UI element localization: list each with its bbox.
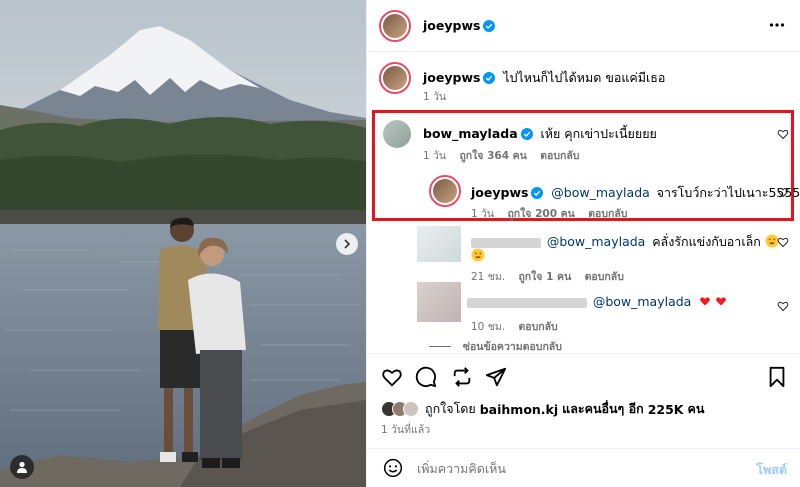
reply-time: 10 ชม. — [471, 321, 506, 333]
chevron-right-icon — [344, 239, 351, 249]
heart-outline-icon[interactable] — [777, 186, 789, 198]
reply-likes[interactable]: ถูกใจ 200 คน — [507, 208, 574, 220]
liker-avatars — [381, 401, 419, 417]
reply-username[interactable]: joeypws — [471, 185, 528, 200]
comment-time: 1 วัน — [423, 150, 447, 162]
post-comment-button[interactable]: โพสต์ — [756, 460, 787, 480]
likes-suffix: คน — [687, 401, 705, 416]
heart-outline-icon[interactable] — [777, 236, 789, 248]
caption-row: joeypws ไปไหนก็ไปได้หมด ขอแค่มีเธอ 1 วัน — [367, 58, 800, 106]
comment-text: เห้ย คุกเข่าปะเนี้ยยยย — [540, 126, 657, 141]
likes-others[interactable]: และคนอื่นๆ อีก — [562, 399, 644, 419]
hide-replies-line — [429, 346, 451, 347]
reply-button[interactable]: ตอบกลับ — [588, 208, 627, 220]
caption-text: ไปไหนก็ไปได้หมด ขอแค่มีเธอ — [503, 70, 666, 85]
reply-time: 1 วัน — [471, 208, 495, 220]
heart-eyes-emoji-line — [471, 248, 485, 265]
red-heart-emoji-icon — [716, 297, 726, 306]
reply-avatar[interactable] — [429, 175, 461, 207]
commenter-avatar[interactable] — [383, 120, 411, 148]
heart-outline-icon[interactable] — [777, 300, 789, 312]
reply-text-line: @bow_maylada คลั่งรักแข่งกับอาเล็ก — [471, 232, 779, 252]
comment-composer: โพสต์ — [367, 448, 800, 487]
reply-mention[interactable]: @bow_maylada — [547, 234, 646, 249]
author-username[interactable]: joeypws — [423, 18, 480, 33]
post-side-panel: joeypws joeypws ไปไหนก็ไปได้หมด ขอแค่มีเ… — [366, 0, 800, 487]
likes-prefix: ถูกใจโดย — [425, 401, 476, 416]
comment-input[interactable] — [417, 458, 737, 478]
posted-time: 1 วันที่แล้ว — [381, 424, 431, 436]
reply-button[interactable]: ตอบกลับ — [518, 321, 557, 333]
more-options-button[interactable] — [769, 17, 785, 36]
reply-item: joeypws @bow_maylada จารโบว์กะว่าไปเนาะ5… — [367, 172, 800, 220]
carousel-next-button[interactable] — [336, 233, 358, 255]
tagged-users-button[interactable] — [10, 455, 34, 479]
caption-text-line: joeypws ไปไหนก็ไปได้หมด ขอแค่มีเธอ — [423, 68, 665, 88]
post-photo — [0, 0, 366, 487]
more-horizontal-icon — [769, 23, 785, 27]
comment-meta: 1 วัน ถูกใจ 364 คน ตอบกลับ — [423, 147, 579, 164]
verified-badge-icon — [520, 128, 533, 140]
heart-eyes-emoji-icon — [471, 248, 485, 262]
like-heart-icon[interactable] — [381, 366, 403, 388]
blurred-username[interactable] — [467, 297, 587, 308]
blurred-avatar[interactable] — [417, 282, 461, 322]
liker-avatar[interactable] — [403, 401, 419, 417]
comment-likes[interactable]: ถูกใจ 364 คน — [459, 150, 526, 162]
author-name-wrap: joeypws — [423, 18, 496, 33]
person-icon — [17, 461, 27, 473]
reply-item: @bow_maylada 10 ชม. ตอบกลับ — [367, 282, 800, 335]
verified-badge-icon — [483, 72, 496, 84]
heart-outline-icon[interactable] — [777, 128, 789, 140]
reply-text-line: joeypws @bow_maylada จารโบว์กะว่าไปเนาะ5… — [471, 183, 800, 203]
likes-count[interactable]: 225K — [648, 402, 684, 417]
likes-first-user[interactable]: baihmon.kj — [480, 402, 558, 417]
reply-item: @bow_maylada คลั่งรักแข่งกับอาเล็ก 21 ชม… — [367, 226, 800, 283]
caption-username[interactable]: joeypws — [423, 70, 480, 85]
reply-meta: 1 วัน ถูกใจ 200 คน ตอบกลับ — [471, 205, 627, 222]
comment-item: bow_maylada เห้ย คุกเข่าปะเนี้ยยยย 1 วัน… — [367, 118, 800, 166]
save-bookmark-icon[interactable] — [767, 366, 787, 388]
reply-meta: 10 ชม. ตอบกลับ — [471, 318, 558, 335]
comment-bubble-icon[interactable] — [415, 366, 437, 388]
emoji-smile-icon[interactable] — [383, 458, 403, 478]
caption-avatar[interactable] — [379, 62, 411, 94]
comment-text-line: bow_maylada เห้ย คุกเข่าปะเนี้ยยยย — [423, 124, 657, 144]
likes-summary: ถูกใจโดย baihmon.kj และคนอื่นๆ อีก 225K … — [381, 399, 704, 419]
reply-text-line: @bow_maylada — [467, 294, 727, 309]
instagram-post-view: joeypws joeypws ไปไหนก็ไปได้หมด ขอแค่มีเ… — [0, 0, 800, 487]
reply-button[interactable]: ตอบกลับ — [540, 150, 579, 162]
red-heart-emoji-icon — [700, 297, 711, 306]
blurred-username[interactable] — [471, 237, 541, 248]
repost-icon[interactable] — [451, 366, 473, 388]
post-header: joeypws — [367, 0, 800, 52]
verified-badge-icon — [483, 20, 496, 32]
share-send-icon[interactable] — [485, 366, 507, 388]
comment-username[interactable]: bow_maylada — [423, 126, 518, 141]
hide-replies-label[interactable]: ซ่อนข้อความตอบกลับ — [463, 341, 562, 353]
verified-badge-icon — [531, 187, 544, 199]
reply-text: คลั่งรักแข่งกับอาเล็ก — [652, 234, 761, 249]
reply-mention[interactable]: @bow_maylada — [551, 185, 650, 200]
reply-mention[interactable]: @bow_maylada — [593, 294, 692, 309]
post-actions-bar — [367, 353, 800, 397]
caption-time: 1 วัน — [423, 91, 447, 103]
blurred-avatar[interactable] — [417, 226, 461, 262]
fuji-lake-photo — [0, 0, 366, 487]
author-avatar[interactable] — [379, 10, 411, 42]
